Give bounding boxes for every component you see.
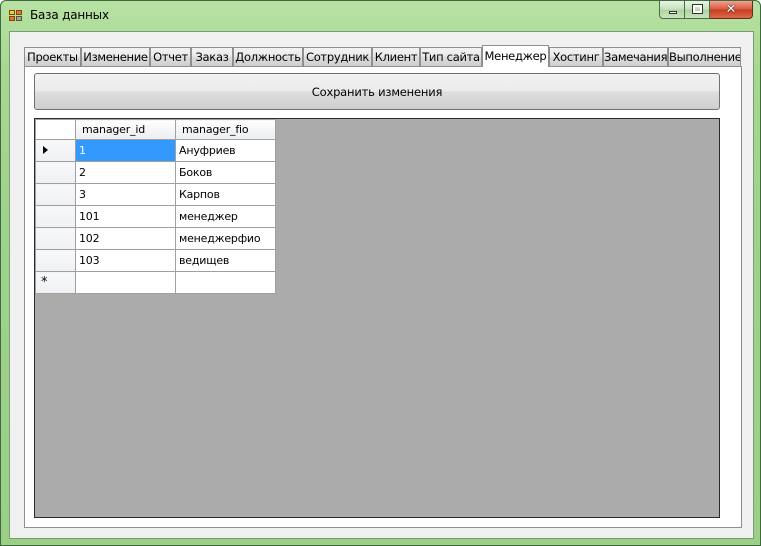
title-bar[interactable]: База данных ✕ (1, 1, 760, 31)
table-row: 1 Ануфриев (35, 139, 276, 162)
tab-manager[interactable]: Менеджер (482, 45, 549, 67)
cell-manager-fio[interactable]: Карпов (175, 183, 276, 206)
current-row-arrow-icon (43, 146, 48, 154)
cell-manager-fio[interactable]: Ануфриев (175, 139, 276, 162)
cell-manager-id[interactable]: 3 (75, 183, 176, 206)
row-header-current[interactable] (35, 139, 76, 162)
close-icon: ✕ (725, 2, 737, 17)
tab-client[interactable]: Клиент (372, 47, 420, 66)
tab-order[interactable]: Заказ (191, 47, 233, 66)
minimize-button[interactable] (659, 1, 685, 19)
window-title: База данных (30, 8, 109, 22)
data-grid[interactable]: manager_id manager_fio 1 Ануфриев 2 Боко… (34, 118, 720, 518)
table-row: 101 менеджер (35, 205, 276, 228)
row-header[interactable] (35, 249, 76, 272)
client-area: Проекты Изменение Отчет Заказ Должность … (9, 31, 754, 539)
tab-projects[interactable]: Проекты (24, 47, 81, 66)
app-icon[interactable] (9, 10, 23, 22)
tab-changes[interactable]: Изменение (81, 47, 150, 66)
cell-manager-fio[interactable]: ведищев (175, 249, 276, 272)
cell-manager-fio[interactable]: менеджерфио (175, 227, 276, 250)
row-header-new[interactable]: * (35, 271, 76, 294)
new-row: * (35, 271, 276, 294)
data-grid-table: manager_id manager_fio 1 Ануфриев 2 Боко… (35, 119, 276, 294)
table-row: 103 ведищев (35, 249, 276, 272)
column-header-manager-fio[interactable]: manager_fio (175, 119, 276, 140)
cell-manager-id[interactable]: 2 (75, 161, 176, 184)
cell-manager-id[interactable]: 102 (75, 227, 176, 250)
maximize-button[interactable] (685, 1, 710, 19)
tab-position[interactable]: Должность (233, 47, 303, 66)
row-header[interactable] (35, 227, 76, 250)
cell-new-manager-fio[interactable] (175, 271, 276, 294)
tab-site-type[interactable]: Тип сайта (420, 47, 482, 66)
tab-report[interactable]: Отчет (150, 47, 191, 66)
cell-new-manager-id[interactable] (75, 271, 176, 294)
maximize-icon (692, 4, 703, 14)
close-button[interactable]: ✕ (710, 1, 753, 19)
grid-corner-header[interactable] (35, 119, 76, 140)
cell-manager-id[interactable]: 101 (75, 205, 176, 228)
tab-hosting[interactable]: Хостинг (549, 47, 603, 66)
tab-panel-manager: Сохранить изменения manager_id manager_f… (24, 66, 742, 528)
tab-remarks[interactable]: Замечания (603, 47, 668, 66)
row-header[interactable] (35, 183, 76, 206)
grid-header-row: manager_id manager_fio (35, 119, 276, 140)
save-changes-button[interactable]: Сохранить изменения (34, 73, 720, 110)
new-row-asterisk-icon: * (41, 275, 48, 290)
main-window: База данных ✕ Проекты Изменение Отчет За… (0, 0, 761, 546)
column-header-manager-id[interactable]: manager_id (75, 119, 176, 140)
cell-manager-fio[interactable]: Боков (175, 161, 276, 184)
cell-manager-fio[interactable]: менеджер (175, 205, 276, 228)
tab-execution[interactable]: Выполнение (668, 47, 741, 66)
table-row: 2 Боков (35, 161, 276, 184)
tab-employee[interactable]: Сотрудник (303, 47, 372, 66)
row-header[interactable] (35, 205, 76, 228)
cell-manager-id[interactable]: 1 (75, 139, 176, 162)
table-row: 3 Карпов (35, 183, 276, 206)
table-row: 102 менеджерфио (35, 227, 276, 250)
minimize-icon (669, 11, 677, 14)
caption-buttons: ✕ (659, 1, 753, 21)
cell-manager-id[interactable]: 103 (75, 249, 176, 272)
row-header[interactable] (35, 161, 76, 184)
